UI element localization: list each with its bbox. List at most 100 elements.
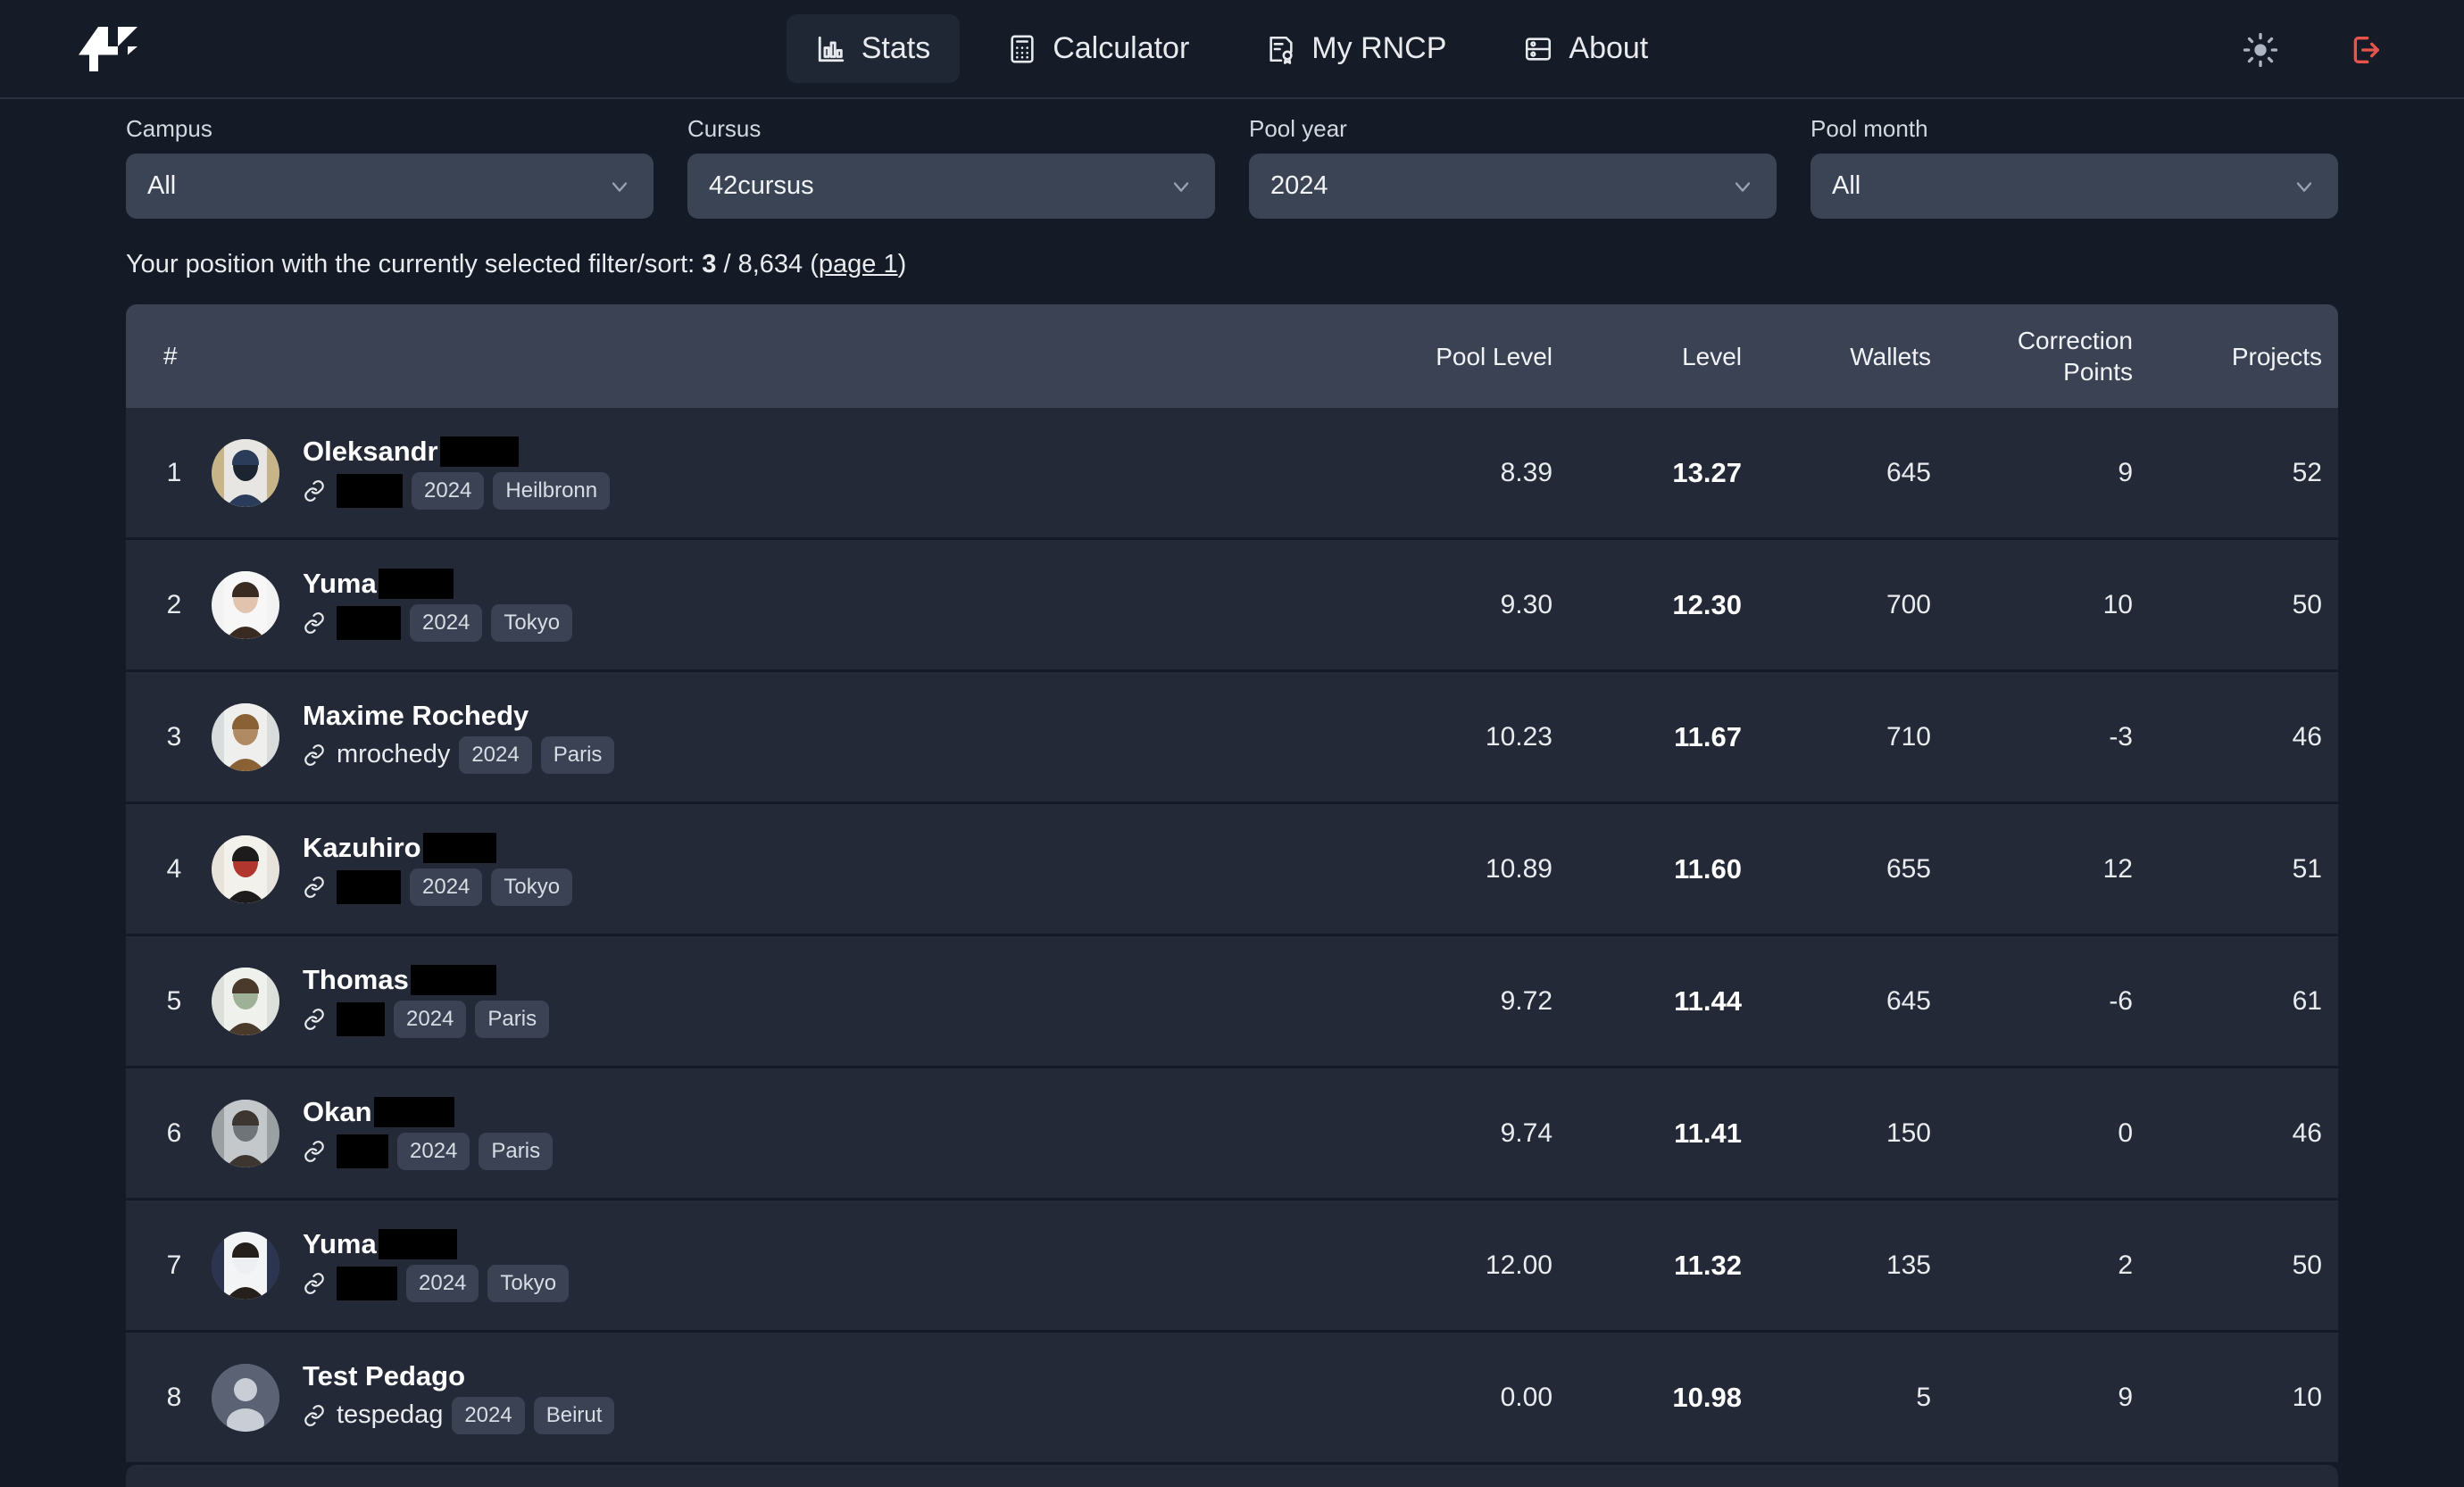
col-header-projects[interactable]: Projects (2149, 341, 2338, 372)
table-row[interactable]: 1Oleksandr2024Heilbronn8.3913.27645952 (126, 408, 2338, 540)
col-header-rank[interactable]: # (126, 342, 303, 370)
position-rank: 3 (702, 250, 716, 278)
tab-about[interactable]: About (1494, 14, 1677, 83)
avatar[interactable] (212, 703, 279, 771)
position-paren-close: ) (898, 250, 907, 278)
rank-number: 7 (163, 1250, 185, 1281)
projects-cell: 10 (2149, 1383, 2338, 1413)
table-row[interactable] (126, 1465, 2338, 1487)
pool-year-chip: 2024 (459, 736, 531, 774)
table-row[interactable]: 8Test Pedagotespedag2024Beirut0.0010.985… (126, 1333, 2338, 1465)
pool-level-cell: 9.30 (1379, 590, 1569, 620)
table-row[interactable]: 3Maxime Rochedymrochedy2024Paris10.2311.… (126, 672, 2338, 804)
redacted-lastname (411, 965, 496, 995)
top-navigation-bar: Stats Calculator My RNCP About (0, 0, 2464, 99)
table-row[interactable]: 4Kazuhiro2024Tokyo10.8911.606551251 (126, 804, 2338, 936)
sun-icon[interactable] (2243, 32, 2278, 68)
avatar[interactable] (212, 439, 279, 507)
col-header-pool-level[interactable]: Pool Level (1379, 341, 1569, 372)
pool-year-chip: 2024 (452, 1397, 524, 1434)
bar-chart-icon (816, 34, 846, 64)
link-icon[interactable] (303, 876, 326, 899)
link-icon[interactable] (303, 479, 326, 503)
ranking-table: # Pool Level Level Wallets Correction Po… (0, 278, 2464, 1487)
level-cell: 10.98 (1569, 1382, 1758, 1414)
user-cell: Oleksandr 2024Heilbronn (303, 436, 1379, 509)
link-icon[interactable] (303, 744, 326, 767)
tab-stats-label: Stats (862, 31, 930, 66)
user-name[interactable]: Kazuhiro (303, 832, 1379, 864)
avatar[interactable] (212, 835, 279, 903)
tab-my-rncp[interactable]: My RNCP (1236, 14, 1476, 83)
filter-bar: Campus All Cursus 42cursus Pool year 202… (0, 99, 2464, 219)
correction-points-line2: Points (1947, 356, 2133, 387)
cursus-label: Cursus (687, 115, 1215, 143)
rank-number: 5 (163, 986, 185, 1017)
redacted-login (337, 870, 401, 904)
col-header-level[interactable]: Level (1569, 341, 1758, 372)
level-cell: 12.30 (1569, 589, 1758, 621)
redacted-lastname (379, 569, 454, 599)
col-header-wallets[interactable]: Wallets (1758, 341, 1947, 372)
col-header-correction-points[interactable]: Correction Points (1947, 325, 2149, 387)
wallets-cell: 135 (1758, 1250, 1947, 1281)
level-cell: 11.44 (1569, 985, 1758, 1018)
avatar[interactable] (212, 1232, 279, 1300)
tab-calculator[interactable]: Calculator (978, 14, 1219, 83)
wallets-cell: 645 (1758, 458, 1947, 488)
topbar-actions (2243, 0, 2384, 99)
cursus-value: 42cursus (709, 171, 814, 201)
table-row[interactable]: 6Okan2024Paris9.7411.41150046 (126, 1068, 2338, 1200)
pool-month-select[interactable]: All (1811, 154, 2338, 219)
correction-points-cell: 2 (1947, 1250, 2149, 1281)
avatar[interactable] (212, 968, 279, 1035)
cursus-filter: Cursus 42cursus (687, 115, 1215, 219)
chevron-down-icon (1169, 174, 1194, 199)
campus-select[interactable]: All (126, 154, 653, 219)
correction-points-cell: 0 (1947, 1118, 2149, 1149)
rank-cell: 7 (126, 1232, 303, 1300)
rank-number: 3 (163, 722, 185, 752)
user-name[interactable]: Yuma (303, 1228, 1379, 1260)
user-name[interactable]: Yuma (303, 568, 1379, 600)
avatar[interactable] (212, 1364, 279, 1432)
pool-level-cell: 10.89 (1379, 854, 1569, 885)
pool-year-select[interactable]: 2024 (1249, 154, 1777, 219)
tab-stats[interactable]: Stats (787, 14, 960, 83)
table-row[interactable]: 2Yuma2024Tokyo9.3012.307001050 (126, 540, 2338, 672)
table-row[interactable]: 5Thomas2024Paris9.7211.44645-661 (126, 936, 2338, 1068)
link-icon[interactable] (303, 1140, 326, 1163)
user-meta: 2024Tokyo (303, 868, 1379, 906)
correction-points-cell: 9 (1947, 458, 2149, 488)
42-logo[interactable] (79, 27, 137, 71)
level-cell: 11.32 (1569, 1250, 1758, 1282)
table-header-row: # Pool Level Level Wallets Correction Po… (126, 304, 2338, 408)
link-icon[interactable] (303, 1008, 326, 1031)
user-name[interactable]: Test Pedago (303, 1360, 1379, 1392)
position-prefix: Your position with the currently selecte… (126, 250, 702, 278)
link-icon[interactable] (303, 1272, 326, 1295)
campus-chip: Heilbronn (493, 472, 610, 510)
user-name[interactable]: Okan (303, 1096, 1379, 1128)
user-firstname: Oleksandr (303, 436, 438, 468)
avatar[interactable] (212, 1100, 279, 1167)
link-icon[interactable] (303, 1404, 326, 1427)
user-name[interactable]: Oleksandr (303, 436, 1379, 468)
wallets-cell: 655 (1758, 854, 1947, 885)
pool-year-chip: 2024 (394, 1001, 466, 1038)
user-name[interactable]: Thomas (303, 964, 1379, 996)
avatar[interactable] (212, 571, 279, 639)
user-firstname: Yuma (303, 1228, 377, 1260)
projects-cell: 50 (2149, 590, 2338, 620)
user-meta: 2024Heilbronn (303, 472, 1379, 510)
redacted-lastname (440, 436, 519, 467)
rank-cell: 6 (126, 1100, 303, 1167)
cursus-select[interactable]: 42cursus (687, 154, 1215, 219)
link-icon[interactable] (303, 611, 326, 635)
wallets-cell: 5 (1758, 1383, 1947, 1413)
table-row[interactable]: 7Yuma2024Tokyo12.0011.32135250 (126, 1200, 2338, 1333)
logout-icon[interactable] (2348, 32, 2384, 68)
page-link[interactable]: page 1 (819, 250, 898, 278)
user-name[interactable]: Maxime Rochedy (303, 700, 1379, 732)
projects-cell: 46 (2149, 1118, 2338, 1149)
